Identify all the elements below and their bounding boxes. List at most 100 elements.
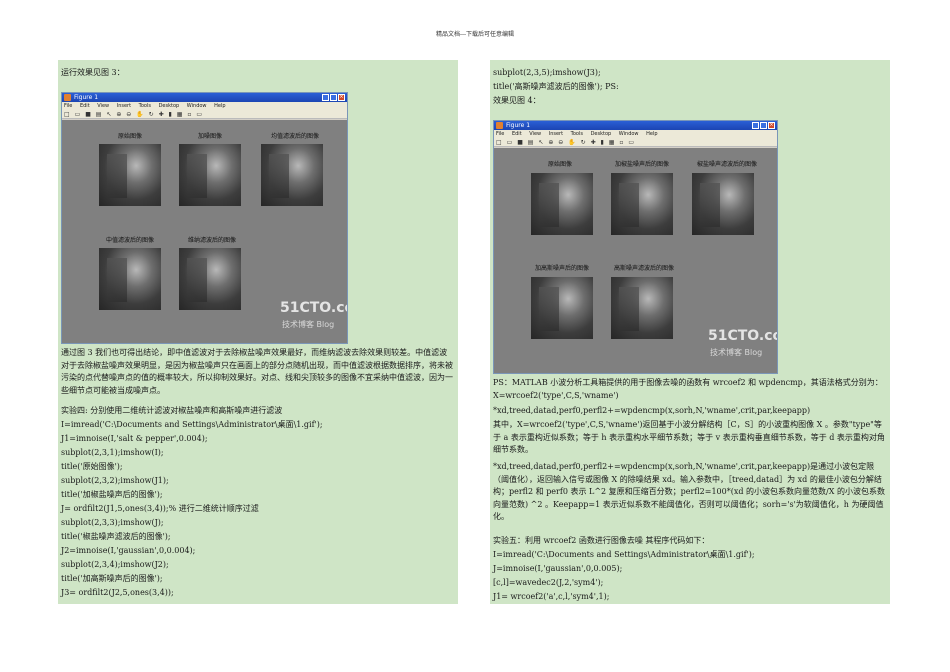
code-line: J1= wrcoef2('a',c,l,'sym4',1);: [493, 592, 610, 601]
watermark-sub: 技术博客 Blog: [710, 348, 763, 357]
subplot-title: 加椒盐噪声后的图像: [614, 161, 669, 168]
open-file-icon[interactable]: ▭: [507, 139, 513, 146]
wpdencmp-paragraph: *xd,treed,datad,perf0,perfl2+=wpdencmp(x…: [493, 462, 885, 522]
new-file-icon[interactable]: □: [496, 139, 502, 146]
print-icon[interactable]: ▤: [96, 111, 102, 118]
subplot-title: 加高斯噪声后的图像: [534, 265, 589, 272]
menu-view[interactable]: View: [529, 131, 541, 137]
figure-title: Figure 1: [74, 94, 99, 101]
code-line: [c,l]=wavedec2(J,2,'sym4');: [493, 578, 604, 587]
pointer-icon[interactable]: ↖: [538, 139, 543, 146]
menu-tools[interactable]: Tools: [571, 131, 583, 137]
datacursor-icon[interactable]: ✚: [159, 111, 164, 118]
watermark: 51CTO.com: [280, 300, 347, 316]
hide-tools-icon[interactable]: ▫: [619, 139, 623, 146]
menu-window[interactable]: Window: [187, 103, 207, 109]
save-icon[interactable]: ■: [517, 139, 523, 146]
minimize-icon[interactable]: [322, 94, 329, 101]
figure-menubar: File Edit View Insert Tools Desktop Wind…: [494, 130, 777, 138]
menu-help[interactable]: Help: [646, 131, 657, 137]
figure-canvas: 原始图像 加椒盐噪声后的图像 椒盐噪声滤波后的图像 加高斯噪声后的图像 高斯噪声…: [494, 148, 777, 373]
new-file-icon[interactable]: □: [64, 111, 70, 118]
show-tools-icon[interactable]: ▭: [196, 111, 202, 118]
minimize-icon[interactable]: [752, 122, 759, 129]
datacursor-icon[interactable]: ✚: [591, 139, 596, 146]
code-line: subplot(2,3,2);imshow(J1);: [61, 476, 169, 485]
figure-caption: 效果见图 4：: [493, 96, 541, 105]
rotate-icon[interactable]: ↻: [149, 111, 154, 118]
legend-icon[interactable]: ▦: [177, 111, 183, 118]
left-column: 运行效果见图 3： Figure 1 × File Edit View Inse…: [58, 60, 458, 604]
open-file-icon[interactable]: ▭: [75, 111, 81, 118]
right-column: subplot(2,3,5);imshow(J3); title('高斯噪声滤波…: [490, 60, 890, 604]
pan-icon[interactable]: ✋: [136, 111, 143, 118]
menu-help[interactable]: Help: [214, 103, 225, 109]
menu-window[interactable]: Window: [619, 131, 639, 137]
print-icon[interactable]: ▤: [528, 139, 534, 146]
menu-edit[interactable]: Edit: [80, 103, 90, 109]
figure-titlebar: Figure 1 ×: [62, 93, 347, 102]
subplot-image: [99, 144, 161, 206]
subplot-image: [99, 248, 161, 310]
figure-window: Figure 1 × File Edit View Insert Tools D…: [61, 92, 348, 344]
show-tools-icon[interactable]: ▭: [628, 139, 634, 146]
watermark: 51CTO.com: [708, 328, 777, 344]
menu-view[interactable]: View: [97, 103, 109, 109]
subplot-title: 椒盐噪声滤波后的图像: [696, 161, 757, 168]
menu-file[interactable]: File: [496, 131, 504, 137]
menu-insert[interactable]: Insert: [549, 131, 563, 137]
save-icon[interactable]: ■: [85, 111, 91, 118]
code-line: 实验四: 分别使用二维统计滤波对椒盐噪声和高斯噪声进行滤波: [61, 406, 283, 415]
code-line: 实验五：利用 wrcoef2 函数进行图像去噪 其程序代码如下：: [493, 536, 710, 545]
figure-window: Figure 1 × File Edit View Insert Tools D…: [493, 120, 778, 374]
pointer-icon[interactable]: ↖: [106, 111, 111, 118]
zoom-out-icon[interactable]: ⊖: [126, 111, 131, 118]
close-icon[interactable]: ×: [338, 94, 345, 101]
menu-tools[interactable]: Tools: [139, 103, 151, 109]
code-line: title('高斯噪声滤波后的图像'); PS:: [493, 82, 619, 91]
code-line: J1=imnoise(I,'salt & pepper',0.004);: [61, 434, 208, 443]
subplot-title: 维纳滤波后的图像: [187, 237, 236, 244]
intro-text: 运行效果见图 3：: [61, 68, 125, 77]
page-header: 精品文档---下载后可任意编辑: [435, 31, 515, 38]
menu-desktop[interactable]: Desktop: [591, 131, 612, 137]
code-line: J2=imnoise(I,'gaussian',0,0.004);: [61, 546, 196, 555]
code-line: subplot(2,3,1);imshow(I);: [61, 448, 164, 457]
zoom-out-icon[interactable]: ⊖: [558, 139, 563, 146]
code-line: subplot(2,3,5);imshow(J3);: [493, 68, 601, 77]
pan-icon[interactable]: ✋: [568, 139, 575, 146]
figure-menubar: File Edit View Insert Tools Desktop Wind…: [62, 102, 347, 110]
subplot-image: [261, 144, 323, 206]
menu-file[interactable]: File: [64, 103, 72, 109]
hide-tools-icon[interactable]: ▫: [187, 111, 191, 118]
maximize-icon[interactable]: [330, 94, 337, 101]
code-line: subplot(2,3,3);imshow(J);: [61, 518, 164, 527]
figure-canvas: 原始图像 加噪图像 均值滤波后的图像 中值滤波后的图像 维纳滤波后的图像 51C…: [62, 120, 347, 343]
menu-insert[interactable]: Insert: [117, 103, 131, 109]
subplot-title: 原始图像: [117, 133, 142, 140]
code-line: title('加高斯噪声后的图像');: [61, 574, 163, 583]
syntax-line: *xd,treed,datad,perf0,perfl2+=wpdencmp(x…: [493, 406, 811, 415]
colorbar-icon[interactable]: ▮: [601, 139, 604, 146]
figure-title: Figure 1: [506, 122, 531, 129]
subplot-title: 中值滤波后的图像: [105, 237, 154, 244]
conclusion-paragraph: 通过图 3 我们也可得出结论，即中值滤波对于去除椒盐噪声效果最好，而维纳滤波去除…: [61, 348, 453, 395]
rotate-icon[interactable]: ↻: [581, 139, 586, 146]
matlab-logo-icon: [496, 122, 503, 129]
code-line: J=imnoise(I,'gaussian',0,0.005);: [493, 564, 623, 573]
subplot-title: 原始图像: [547, 161, 572, 168]
close-icon[interactable]: ×: [768, 122, 775, 129]
menu-desktop[interactable]: Desktop: [159, 103, 180, 109]
colorbar-icon[interactable]: ▮: [169, 111, 172, 118]
figure-toolbar: □ ▭ ■ ▤ ↖ ⊕ ⊖ ✋ ↻ ✚ ▮ ▦ ▫ ▭: [62, 110, 347, 119]
figure-toolbar: □ ▭ ■ ▤ ↖ ⊕ ⊖ ✋ ↻ ✚ ▮ ▦ ▫ ▭: [494, 138, 777, 147]
code-line: title('加椒盐噪声后的图像');: [61, 490, 163, 499]
legend-icon[interactable]: ▦: [609, 139, 615, 146]
wrcoef2-paragraph: 其中，X=wrcoef2('type',C,S,'wname')返回基于小波分解…: [493, 420, 885, 455]
zoom-in-icon[interactable]: ⊕: [116, 111, 121, 118]
ps-paragraph: PS：MATLAB 小波分析工具箱提供的用于图像去噪的函数有 wrcoef2 和…: [493, 378, 883, 400]
zoom-in-icon[interactable]: ⊕: [548, 139, 553, 146]
maximize-icon[interactable]: [760, 122, 767, 129]
menu-edit[interactable]: Edit: [512, 131, 522, 137]
subplot-image: [692, 173, 754, 235]
